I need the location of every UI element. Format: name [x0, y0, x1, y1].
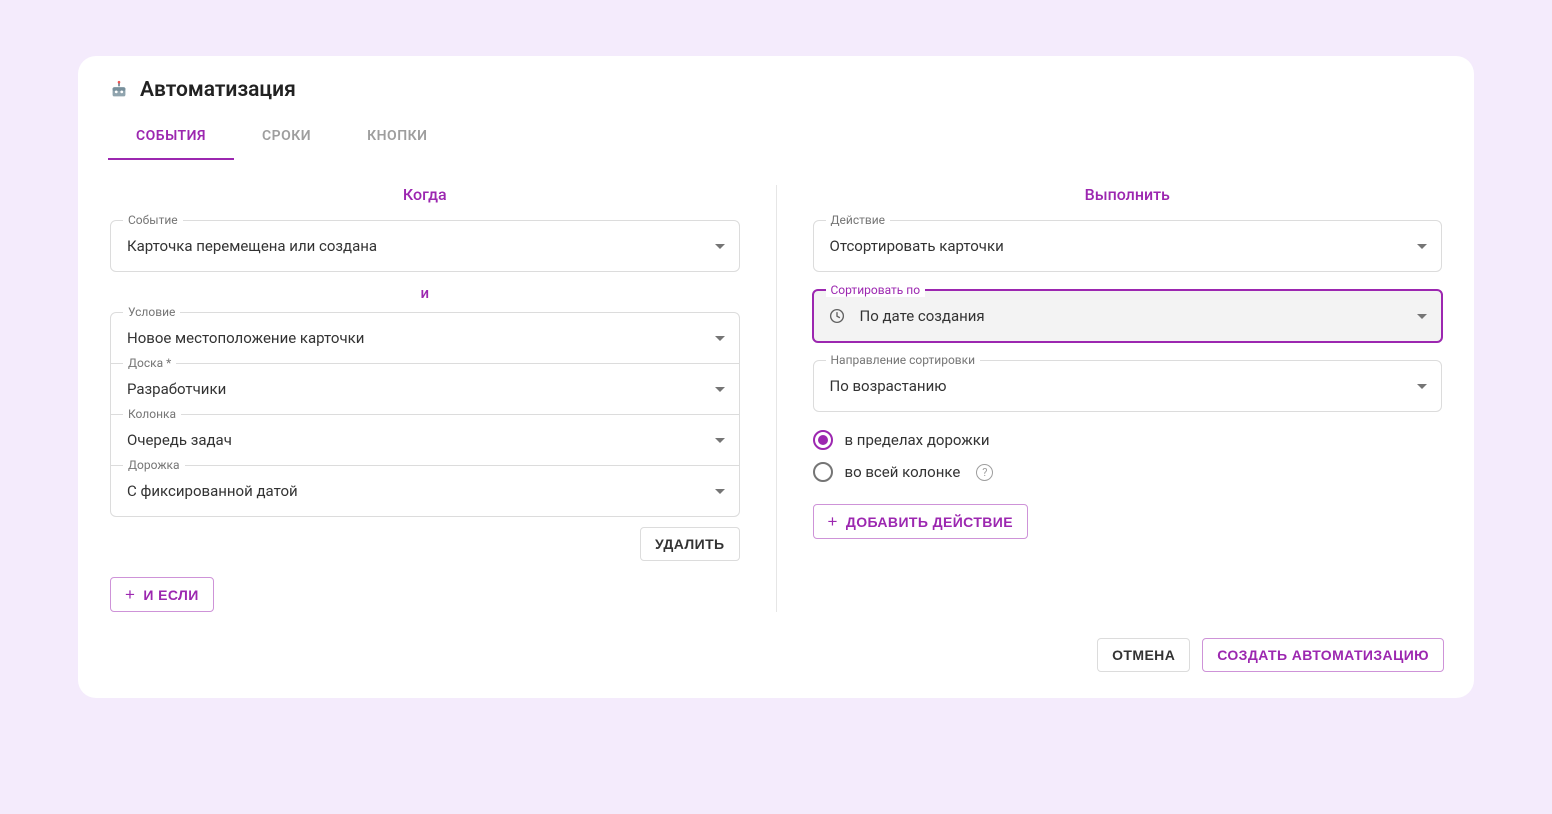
when-column: Когда Событие Карточка перемещена или со… — [108, 185, 776, 612]
create-automation-button[interactable]: СОЗДАТЬ АВТОМАТИЗАЦИЮ — [1202, 638, 1444, 672]
action-field-group: Действие Отсортировать карточки — [813, 220, 1443, 272]
radio-lane-label: в пределах дорожки — [845, 431, 990, 449]
condition-field-group: Условие Новое местоположение карточки До… — [110, 312, 740, 517]
do-heading: Выполнить — [813, 185, 1443, 204]
lane-select[interactable]: Дорожка С фиксированной датой — [111, 466, 739, 516]
dialog-header: Автоматизация — [108, 78, 1444, 102]
action-select[interactable]: Действие Отсортировать карточки — [814, 221, 1442, 271]
clock-icon — [828, 307, 846, 325]
lane-label: Дорожка — [123, 458, 185, 472]
add-if-button[interactable]: + И ЕСЛИ — [110, 577, 214, 612]
board-value: Разработчики — [127, 380, 226, 398]
board-label: Доска * — [123, 356, 176, 370]
direction-label: Направление сортировки — [826, 353, 981, 367]
dialog-title: Автоматизация — [140, 78, 296, 102]
radio-icon-unchecked — [813, 462, 833, 482]
chevron-down-icon — [1417, 314, 1427, 319]
dialog-footer: ОТМЕНА СОЗДАТЬ АВТОМАТИЗАЦИЮ — [108, 638, 1444, 672]
chevron-down-icon — [1417, 384, 1427, 389]
action-label: Действие — [826, 213, 891, 227]
help-icon[interactable]: ? — [976, 464, 993, 481]
lane-value: С фиксированной датой — [127, 482, 298, 500]
automation-dialog: Автоматизация СОБЫТИЯ СРОКИ КНОПКИ Когда… — [78, 56, 1474, 698]
add-if-label: И ЕСЛИ — [143, 587, 198, 603]
cancel-button[interactable]: ОТМЕНА — [1097, 638, 1190, 672]
plus-icon: + — [828, 513, 838, 530]
chevron-down-icon — [715, 336, 725, 341]
direction-select[interactable]: Направление сортировки По возрастанию — [814, 361, 1442, 411]
when-heading: Когда — [110, 185, 740, 204]
sortby-value: По дате создания — [860, 307, 985, 325]
sortby-select[interactable]: Сортировать по По дате создания — [814, 291, 1442, 341]
column-label: Колонка — [123, 407, 181, 421]
delete-button[interactable]: УДАЛИТЬ — [640, 527, 740, 561]
tab-buttons[interactable]: КНОПКИ — [339, 116, 455, 160]
tab-events[interactable]: СОБЫТИЯ — [108, 116, 234, 160]
chevron-down-icon — [715, 387, 725, 392]
plus-icon: + — [125, 586, 135, 603]
event-value: Карточка перемещена или создана — [127, 237, 377, 255]
condition-select[interactable]: Условие Новое местоположение карточки — [111, 313, 739, 364]
event-select[interactable]: Событие Карточка перемещена или создана — [111, 221, 739, 271]
column-select[interactable]: Колонка Очередь задач — [111, 415, 739, 466]
add-action-label: ДОБАВИТЬ ДЕЙСТВИЕ — [846, 514, 1013, 530]
radio-column-label: во всей колонке — [845, 463, 961, 481]
chevron-down-icon — [1417, 244, 1427, 249]
event-label: Событие — [123, 213, 183, 227]
tab-bar: СОБЫТИЯ СРОКИ КНОПКИ — [108, 116, 1444, 161]
radio-icon-checked — [813, 430, 833, 450]
chevron-down-icon — [715, 489, 725, 494]
chevron-down-icon — [715, 244, 725, 249]
column-value: Очередь задач — [127, 431, 232, 449]
event-field-group: Событие Карточка перемещена или создана — [110, 220, 740, 272]
tab-deadlines[interactable]: СРОКИ — [234, 116, 339, 160]
scope-radio-group: в пределах дорожки во всей колонке ? — [813, 430, 1443, 482]
board-select[interactable]: Доска * Разработчики — [111, 364, 739, 415]
robot-icon — [108, 79, 130, 101]
condition-value: Новое местоположение карточки — [127, 329, 364, 347]
and-connector: и — [110, 284, 740, 302]
direction-field-group: Направление сортировки По возрастанию — [813, 360, 1443, 412]
sortby-label: Сортировать по — [826, 283, 926, 297]
action-value: Отсортировать карточки — [830, 237, 1004, 255]
direction-value: По возрастанию — [830, 377, 947, 395]
add-action-button[interactable]: + ДОБАВИТЬ ДЕЙСТВИЕ — [813, 504, 1029, 539]
radio-whole-column[interactable]: во всей колонке ? — [813, 462, 1443, 482]
do-column: Выполнить Действие Отсортировать карточк… — [776, 185, 1445, 612]
condition-label: Условие — [123, 305, 180, 319]
chevron-down-icon — [715, 438, 725, 443]
radio-within-lane[interactable]: в пределах дорожки — [813, 430, 1443, 450]
sortby-field-group: Сортировать по По дате создания — [813, 290, 1443, 342]
